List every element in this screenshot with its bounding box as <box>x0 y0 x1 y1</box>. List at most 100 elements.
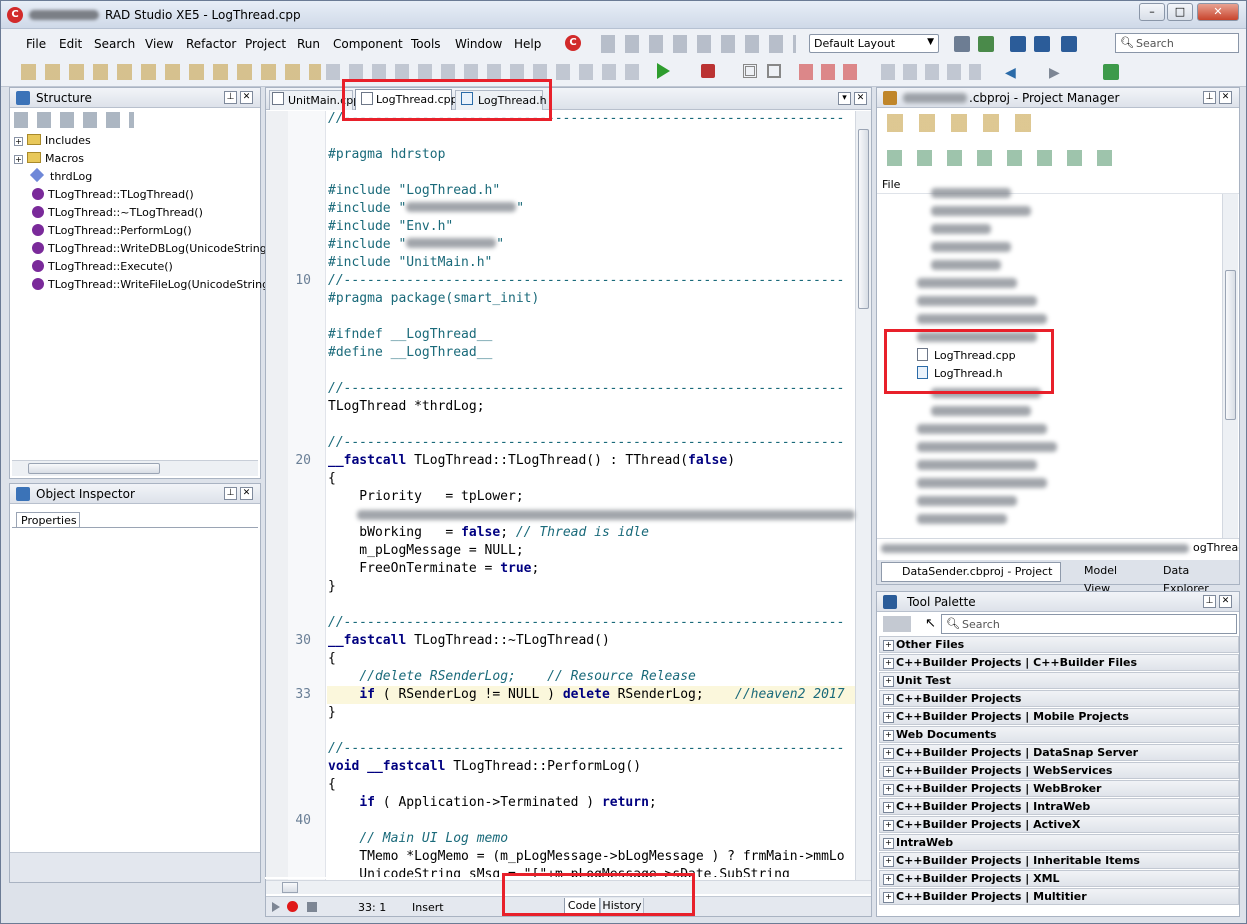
tree-item[interactable]: + Includes <box>14 132 91 150</box>
tree-item[interactable]: TLogThread::Execute() <box>32 258 173 276</box>
layout-select[interactable]: Default Layout ▼ <box>809 34 939 53</box>
step-icons[interactable] <box>799 64 859 80</box>
close-icon[interactable]: ✕ <box>1219 595 1232 608</box>
back-arrow-icon[interactable]: ◀ <box>1005 65 1016 81</box>
align-toolbar-icons[interactable] <box>601 35 796 53</box>
menu-edit[interactable]: Edit <box>59 37 82 51</box>
annotation-box-files <box>884 329 1054 394</box>
set-layout-icon[interactable] <box>978 36 994 52</box>
code-line: #pragma hdrstop <box>328 147 446 162</box>
code-line: #ifndef __LogThread__ <box>328 327 493 342</box>
minimize-button[interactable]: – <box>1139 3 1165 21</box>
categories-icon[interactable] <box>883 616 911 632</box>
pin-icon[interactable]: ⊥ <box>224 487 237 500</box>
tab-list-icon[interactable]: ▾ <box>838 92 851 105</box>
close-icon[interactable]: ✕ <box>240 91 253 104</box>
stop-icon[interactable] <box>767 64 781 78</box>
app-logo-icon: C <box>7 7 23 23</box>
record-macro-icon[interactable] <box>287 901 298 912</box>
palette-category[interactable]: C++Builder Projects | IntraWeb <box>879 798 1239 815</box>
palette-search-input[interactable]: 🔍︎ Search <box>941 614 1237 634</box>
code-line: //--------------------------------------… <box>328 273 845 288</box>
close-icon[interactable]: ✕ <box>1219 91 1232 104</box>
palette-category[interactable]: C++Builder Projects | DataSnap Server <box>879 744 1239 761</box>
tree-item[interactable]: TLogThread::TLogThread() <box>32 186 194 204</box>
menu-window[interactable]: Window <box>455 37 502 51</box>
palette-category[interactable]: C++Builder Projects | Inheritable Items <box>879 852 1239 869</box>
tree-item-label: thrdLog <box>50 170 93 183</box>
palette-category[interactable]: C++Builder Projects | ActiveX <box>879 816 1239 833</box>
forward-arrow-icon[interactable]: ▶ <box>1049 65 1060 81</box>
palette-category[interactable]: Other Files <box>879 636 1239 653</box>
palette-category[interactable]: Web Documents <box>879 726 1239 743</box>
browse-icon[interactable] <box>1061 36 1077 52</box>
project-toolbar-row1[interactable] <box>887 114 1042 132</box>
menu-tools[interactable]: Tools <box>411 37 441 51</box>
tree-item[interactable]: + Macros <box>14 150 84 168</box>
palette-category[interactable]: C++Builder Projects | XML <box>879 870 1239 887</box>
tree-item[interactable]: TLogThread::WriteFileLog(UnicodeString s… <box>32 276 291 294</box>
palette-category[interactable]: C++Builder Projects | Mobile Projects <box>879 708 1239 725</box>
menu-run[interactable]: Run <box>297 37 320 51</box>
project-toolbar-row2[interactable] <box>887 150 1117 166</box>
structure-toolbar[interactable] <box>14 112 134 128</box>
scroll-thumb[interactable] <box>282 882 298 893</box>
tab-data-explorer[interactable]: Data Explorer <box>1145 562 1237 595</box>
tree-item[interactable]: TLogThread::WriteDBLog(UnicodeString sDa <box>32 240 291 258</box>
breakpoint-gutter[interactable] <box>266 111 288 881</box>
redacted-file <box>917 514 1007 524</box>
save-layout-icon[interactable] <box>954 36 970 52</box>
scroll-thumb[interactable] <box>1225 270 1236 420</box>
layout-toolbar-icons[interactable] <box>326 64 641 80</box>
palette-category[interactable]: C++Builder Projects <box>879 690 1239 707</box>
run-icon[interactable] <box>657 63 670 79</box>
scroll-thumb[interactable] <box>858 129 869 309</box>
binoculars-icon[interactable] <box>1010 36 1026 52</box>
menu-project[interactable]: Project <box>245 37 286 51</box>
menu-refactor[interactable]: Refactor <box>186 37 236 51</box>
close-icon[interactable]: ✕ <box>854 92 867 105</box>
close-button[interactable]: ✕ <box>1197 3 1239 21</box>
pointer-icon[interactable]: ↖ <box>925 616 936 631</box>
palette-category[interactable]: Unit Test <box>879 672 1239 689</box>
tab-properties[interactable]: Properties <box>16 512 80 528</box>
pause-icon[interactable] <box>743 64 757 78</box>
search-input[interactable]: 🔍︎ Search <box>1115 33 1239 53</box>
menu-search[interactable]: Search <box>94 37 135 51</box>
project-vscrollbar[interactable] <box>1222 194 1238 538</box>
tab-model-view[interactable]: Model View <box>1066 562 1144 595</box>
palette-category[interactable]: C++Builder Projects | WebServices <box>879 762 1239 779</box>
run-without-debug-icon[interactable] <box>701 64 715 78</box>
tab-project-manager[interactable]: DataSender.cbproj - Project ... <box>881 562 1061 596</box>
misc-toolbar-icons[interactable] <box>881 64 981 80</box>
tree-item[interactable]: thrdLog <box>29 167 93 186</box>
pin-icon[interactable]: ⊥ <box>224 91 237 104</box>
scroll-thumb[interactable] <box>28 463 160 474</box>
menu-component[interactable]: Component <box>333 37 403 51</box>
code-line: TLogThread *thrdLog; <box>328 399 485 414</box>
find-icon[interactable] <box>1034 36 1050 52</box>
editor-vscrollbar[interactable] <box>855 111 871 881</box>
stop-macro-icon[interactable] <box>307 902 317 912</box>
annotation-box-bottom-tabs <box>502 873 695 916</box>
menu-file[interactable]: File <box>26 37 46 51</box>
palette-category[interactable]: C++Builder Projects | C++Builder Files <box>879 654 1239 671</box>
file-toolbar-icons[interactable] <box>21 64 321 80</box>
help-book-icon[interactable] <box>1103 64 1119 80</box>
menu-view[interactable]: View <box>145 37 173 51</box>
pin-icon[interactable]: ⊥ <box>1203 595 1216 608</box>
tree-item[interactable]: TLogThread::~TLogThread() <box>32 204 203 222</box>
menu-help[interactable]: Help <box>514 37 541 51</box>
palette-category[interactable]: C++Builder Projects | Multitier <box>879 888 1239 905</box>
structure-hscrollbar[interactable] <box>12 460 258 476</box>
embarcadero-icon[interactable]: C <box>565 35 581 51</box>
palette-category[interactable]: IntraWeb <box>879 834 1239 851</box>
play-macro-icon[interactable] <box>272 902 280 912</box>
palette-category[interactable]: C++Builder Projects | WebBroker <box>879 780 1239 797</box>
maximize-button[interactable]: □ <box>1167 3 1193 21</box>
close-icon[interactable]: ✕ <box>240 487 253 500</box>
tree-item[interactable]: TLogThread::PerformLog() <box>32 222 192 240</box>
code-line: FreeOnTerminate = true; <box>328 561 540 576</box>
redacted-file <box>931 188 1011 198</box>
pin-icon[interactable]: ⊥ <box>1203 91 1216 104</box>
